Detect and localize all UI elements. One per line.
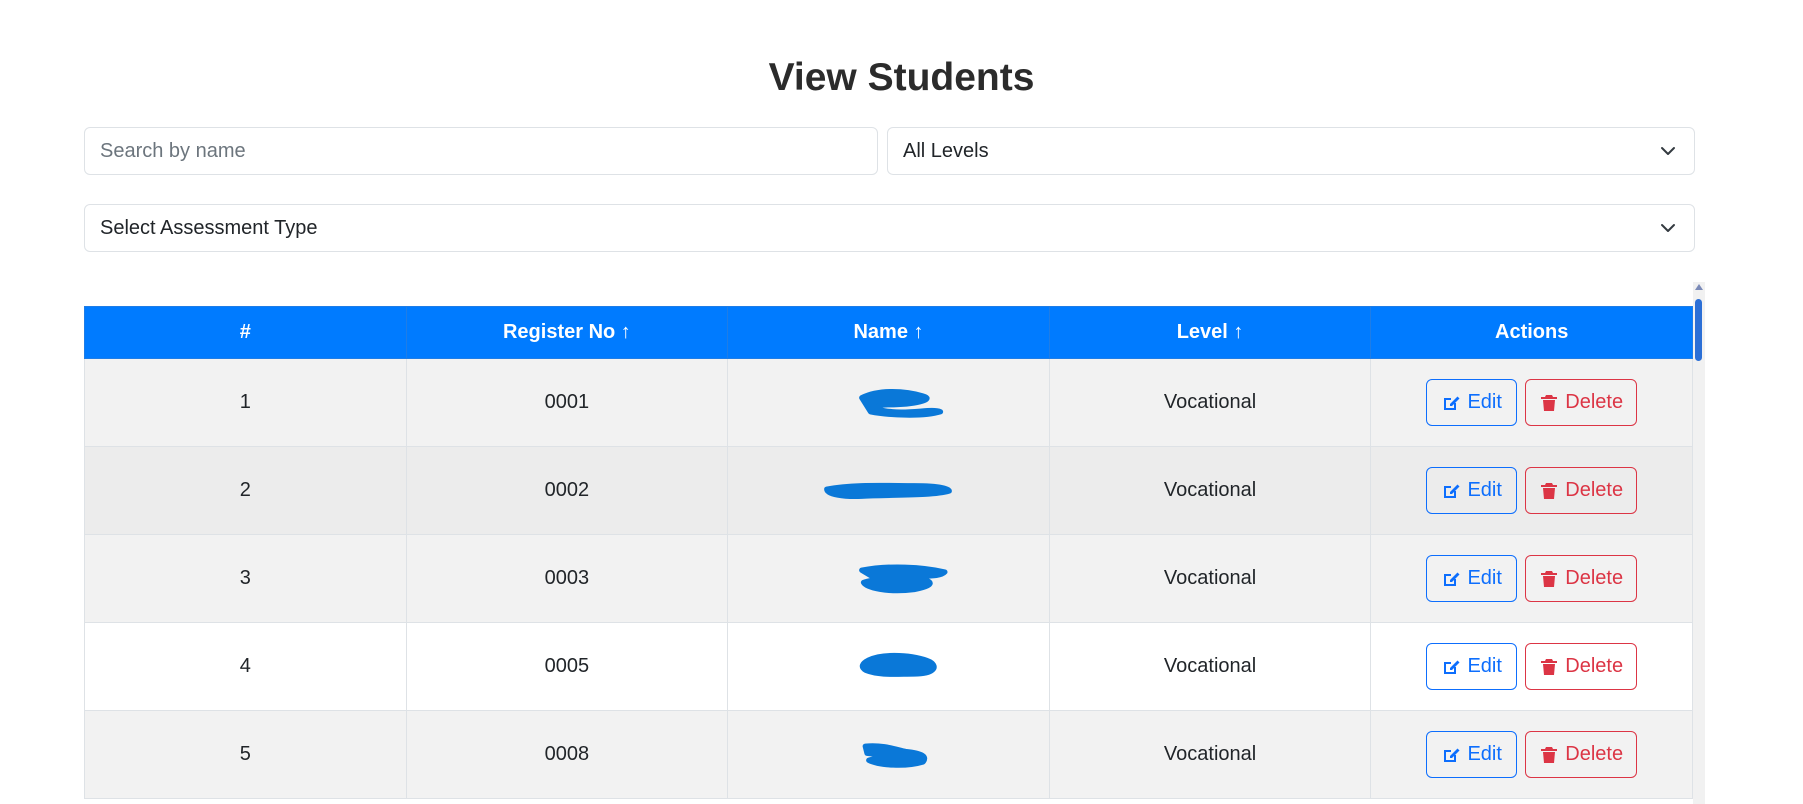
table-row: 4 0005 Vocational Edit Delete xyxy=(84,622,1693,711)
trash-icon xyxy=(1541,394,1558,411)
edit-button-label: Edit xyxy=(1467,655,1502,677)
pen-square-icon xyxy=(1444,572,1460,586)
table-row: 3 0003 Vocational Edit Delete xyxy=(84,534,1693,623)
pen-square-icon xyxy=(1444,484,1460,498)
cell-index: 5 xyxy=(84,710,407,799)
redacted-name-scribble xyxy=(818,647,958,687)
edit-button[interactable]: Edit xyxy=(1426,467,1518,514)
pen-square-icon xyxy=(1444,748,1460,762)
edit-button-label: Edit xyxy=(1467,391,1502,413)
cell-index: 3 xyxy=(84,534,407,623)
redacted-name-scribble xyxy=(818,471,958,511)
cell-level: Vocational xyxy=(1048,622,1372,711)
col-header-level[interactable]: Level ↑ xyxy=(1048,306,1372,359)
cell-name xyxy=(727,710,1050,799)
table-header-row: # Register No ↑ Name ↑ Level ↑ Actions xyxy=(84,306,1693,359)
table-row: 1 0001 Vocational Edit Delete xyxy=(84,358,1693,447)
cell-index: 4 xyxy=(84,622,407,711)
edit-button-label: Edit xyxy=(1467,479,1502,501)
table-row: 2 0002 Vocational Edit Delete xyxy=(84,446,1693,535)
cell-actions: Edit Delete xyxy=(1370,710,1693,799)
cell-name xyxy=(727,358,1050,447)
scroll-up-arrow-icon[interactable] xyxy=(1695,284,1703,290)
cell-register-no: 0001 xyxy=(405,358,729,447)
trash-icon xyxy=(1541,658,1558,675)
chevron-down-icon xyxy=(1661,224,1675,232)
cell-actions: Edit Delete xyxy=(1370,358,1693,447)
pen-square-icon xyxy=(1444,396,1460,410)
col-header-register-no[interactable]: Register No ↑ xyxy=(405,306,729,359)
delete-button-label: Delete xyxy=(1565,391,1624,413)
delete-button-label: Delete xyxy=(1565,479,1624,501)
col-header-actions: Actions xyxy=(1370,306,1693,359)
trash-icon xyxy=(1541,746,1558,763)
cell-actions: Edit Delete xyxy=(1370,622,1693,711)
edit-button[interactable]: Edit xyxy=(1426,555,1518,602)
redacted-name-scribble xyxy=(818,735,958,775)
assessment-type-select[interactable]: Select Assessment Type xyxy=(84,204,1695,252)
search-input[interactable]: Search by name xyxy=(84,127,878,175)
trash-icon xyxy=(1541,570,1558,587)
cell-name xyxy=(727,534,1050,623)
cell-actions: Edit Delete xyxy=(1370,446,1693,535)
cell-register-no: 0002 xyxy=(405,446,729,535)
chevron-down-icon xyxy=(1661,147,1675,155)
students-table-container: # Register No ↑ Name ↑ Level ↑ Actions 1… xyxy=(84,306,1693,804)
edit-button[interactable]: Edit xyxy=(1426,731,1518,778)
cell-register-no: 0008 xyxy=(405,710,729,799)
cell-register-no: 0005 xyxy=(405,622,729,711)
cell-register-no: 0003 xyxy=(405,534,729,623)
cell-name xyxy=(727,446,1050,535)
cell-index: 2 xyxy=(84,446,407,535)
delete-button[interactable]: Delete xyxy=(1525,467,1638,514)
cell-index: 1 xyxy=(84,358,407,447)
delete-button[interactable]: Delete xyxy=(1525,379,1638,426)
delete-button[interactable]: Delete xyxy=(1525,555,1638,602)
cell-level: Vocational xyxy=(1048,358,1372,447)
pen-square-icon xyxy=(1444,660,1460,674)
redacted-name-scribble xyxy=(818,383,958,423)
page-title: View Students xyxy=(768,56,1035,99)
table-scrollbar[interactable] xyxy=(1693,282,1705,804)
level-select[interactable]: All Levels xyxy=(887,127,1695,175)
col-header-index: # xyxy=(84,306,407,359)
delete-button-label: Delete xyxy=(1565,567,1624,589)
trash-icon xyxy=(1541,482,1558,499)
cell-level: Vocational xyxy=(1048,446,1372,535)
delete-button[interactable]: Delete xyxy=(1525,731,1638,778)
edit-button[interactable]: Edit xyxy=(1426,379,1518,426)
redacted-name-scribble xyxy=(818,559,958,599)
cell-level: Vocational xyxy=(1048,710,1372,799)
edit-button[interactable]: Edit xyxy=(1426,643,1518,690)
delete-button-label: Delete xyxy=(1565,655,1624,677)
edit-button-label: Edit xyxy=(1467,567,1502,589)
search-placeholder: Search by name xyxy=(100,139,246,162)
table-row: 5 0008 Vocational Edit Delete xyxy=(84,710,1693,799)
cell-actions: Edit Delete xyxy=(1370,534,1693,623)
delete-button[interactable]: Delete xyxy=(1525,643,1638,690)
col-header-name[interactable]: Name ↑ xyxy=(727,306,1050,359)
cell-level: Vocational xyxy=(1048,534,1372,623)
edit-button-label: Edit xyxy=(1467,743,1502,765)
delete-button-label: Delete xyxy=(1565,743,1624,765)
assessment-select-value: Select Assessment Type xyxy=(100,216,318,239)
scrollbar-thumb[interactable] xyxy=(1695,299,1702,361)
level-select-value: All Levels xyxy=(903,139,989,162)
cell-name xyxy=(727,622,1050,711)
students-table: # Register No ↑ Name ↑ Level ↑ Actions 1… xyxy=(84,306,1693,799)
